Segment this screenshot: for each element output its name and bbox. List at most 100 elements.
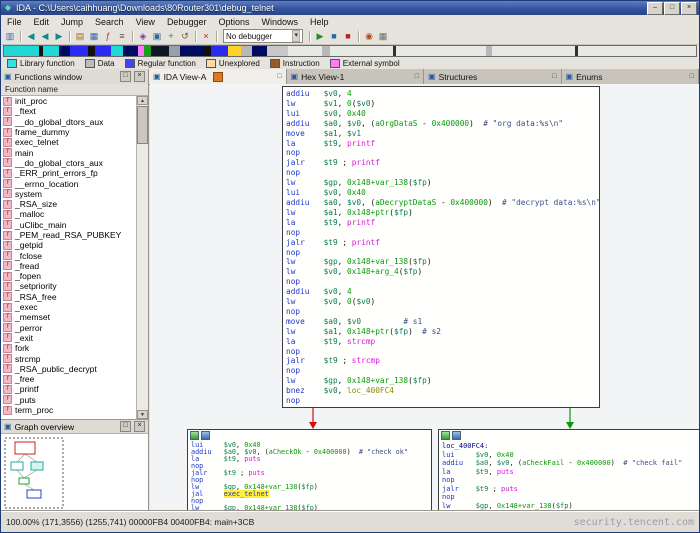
asm-line[interactable]: jal exec_telnet xyxy=(191,491,431,498)
panel-close-icon[interactable]: × xyxy=(134,421,145,432)
asm-line[interactable]: nop xyxy=(286,168,599,178)
node-color-icon[interactable] xyxy=(201,431,210,440)
graph-node-right[interactable]: loc_400FC4:lui $v0, 0x40addiu $a0, $v0, … xyxy=(438,429,699,512)
functions-window-titlebar[interactable]: ▣ Functions window □ × xyxy=(1,69,149,84)
chevron-down-icon[interactable]: ▾ xyxy=(292,30,300,42)
graph-overview-map[interactable] xyxy=(1,433,148,514)
asm-line[interactable]: nop xyxy=(286,228,599,238)
function-item[interactable]: f_RSA_public_decrypt xyxy=(1,364,137,374)
asm-line[interactable]: bnez $v0, loc_400FC4 xyxy=(286,386,599,396)
graph-overview-titlebar[interactable]: ▣ Graph overview □ × xyxy=(1,420,148,433)
asm-line[interactable]: la $t9, puts xyxy=(191,456,431,463)
panel-maximize-icon[interactable]: □ xyxy=(120,421,131,432)
asm-line[interactable]: lw $gp, 0x148+var_138($fp) xyxy=(286,257,599,267)
panel-maximize-icon[interactable]: □ xyxy=(120,71,131,82)
function-item[interactable]: f_printf xyxy=(1,384,137,394)
function-item[interactable]: f_RSA_size xyxy=(1,199,137,209)
xrefs-icon[interactable]: ◈ xyxy=(136,30,150,43)
menu-item-jump[interactable]: Jump xyxy=(55,17,89,27)
asm-line[interactable]: nop xyxy=(442,493,699,502)
close-button[interactable]: × xyxy=(681,2,697,15)
node-group-icon[interactable] xyxy=(190,431,199,440)
title-bar[interactable]: ◆ IDA - C:\Users\caihhuang\Downloads\80R… xyxy=(1,1,699,15)
function-item[interactable]: f_uClibc_main xyxy=(1,220,137,230)
pause-process-icon[interactable]: ■ xyxy=(327,30,341,43)
function-item[interactable]: fstrcmp xyxy=(1,353,137,363)
asm-line[interactable]: loc_400FC4: xyxy=(442,442,699,451)
function-item[interactable]: f_ftext xyxy=(1,106,137,116)
function-item[interactable]: fsystem xyxy=(1,189,137,199)
node-group-icon[interactable] xyxy=(441,431,450,440)
functions-window-icon[interactable]: ƒ xyxy=(101,30,115,43)
minimize-button[interactable]: – xyxy=(647,2,663,15)
asm-line[interactable]: move $a1, $v1 xyxy=(286,129,599,139)
asm-line[interactable]: addiu $a0, $v0, (aOrgDataS - 0x400000) #… xyxy=(286,119,599,129)
function-list-scrollbar[interactable]: ▲ ▼ xyxy=(136,96,148,419)
function-item[interactable]: ffork xyxy=(1,343,137,353)
scroll-down-icon[interactable]: ▼ xyxy=(137,410,148,419)
function-item[interactable]: finit_proc xyxy=(1,96,137,106)
asm-line[interactable]: jalr $t9 ; strcmp xyxy=(286,356,599,366)
asm-line[interactable]: addiu $a0, $v0, (aCheckFail - 0x400000) … xyxy=(442,459,699,468)
function-item[interactable]: fterm_proc xyxy=(1,405,137,415)
scrollbar-thumb[interactable] xyxy=(137,106,148,144)
asm-line[interactable]: la $t9, strcmp xyxy=(286,337,599,347)
node-color-icon[interactable] xyxy=(452,431,461,440)
asm-line[interactable]: lw $gp, 0x148+var_138($fp) xyxy=(442,502,699,511)
add-icon[interactable]: + xyxy=(164,30,178,43)
panel-close-icon[interactable]: × xyxy=(134,71,145,82)
asm-line[interactable]: lw $v0, 0x148+arg_4($fp) xyxy=(286,267,599,277)
asm-line[interactable]: lw $a1, 0x148+ptr($fp) # s2 xyxy=(286,327,599,337)
asm-line[interactable]: nop xyxy=(286,366,599,376)
maximize-icon[interactable]: □ xyxy=(690,73,694,80)
forward-icon[interactable]: ▶ xyxy=(52,30,66,43)
menu-item-view[interactable]: View xyxy=(130,17,161,27)
asm-line[interactable]: jalr $t9 ; printf xyxy=(286,158,599,168)
function-item[interactable]: f__errno_location xyxy=(1,178,137,188)
menu-item-search[interactable]: Search xyxy=(89,17,130,27)
tab-highlight-icon[interactable] xyxy=(213,72,223,82)
menu-item-help[interactable]: Help xyxy=(304,17,335,27)
asm-line[interactable]: addiu $v0, 4 xyxy=(286,287,599,297)
asm-line[interactable]: addiu $a0, $v0, (aDecryptDataS - 0x40000… xyxy=(286,198,599,208)
asm-line[interactable]: nop xyxy=(286,148,599,158)
navband[interactable] xyxy=(3,45,697,57)
asm-line[interactable]: nop xyxy=(286,307,599,317)
function-item[interactable]: f_RSA_free xyxy=(1,292,137,302)
list-icon[interactable]: ≡ xyxy=(115,30,129,43)
asm-line[interactable]: lui $v0, 0x40 xyxy=(286,109,599,119)
start-process-icon[interactable]: ▶ xyxy=(313,30,327,43)
tab-ida-view-a[interactable]: ▣IDA View-A□ xyxy=(149,69,287,84)
debugger-select[interactable]: No debugger▾ xyxy=(223,29,303,43)
function-item[interactable]: f_setpriority xyxy=(1,281,137,291)
maximize-icon[interactable]: □ xyxy=(415,73,419,80)
function-item[interactable]: fmain xyxy=(1,147,137,157)
function-item[interactable]: f_puts xyxy=(1,395,137,405)
save-icon[interactable]: ▥ xyxy=(3,30,17,43)
asm-line[interactable]: lui $v0, 0x40 xyxy=(442,451,699,460)
menu-item-options[interactable]: Options xyxy=(212,17,255,27)
asm-line[interactable]: lw $a1, 0x148+ptr($fp) xyxy=(286,208,599,218)
asm-line[interactable]: la $t9, printf xyxy=(286,218,599,228)
asm-line[interactable]: lui $v0, 0x40 xyxy=(286,188,599,198)
names-window-icon[interactable]: ▦ xyxy=(87,30,101,43)
function-item[interactable]: f_perror xyxy=(1,323,137,333)
function-item[interactable]: fframe_dummy xyxy=(1,127,137,137)
scroll-up-icon[interactable]: ▲ xyxy=(137,96,148,105)
menu-item-debugger[interactable]: Debugger xyxy=(161,17,213,27)
menu-item-edit[interactable]: Edit xyxy=(28,17,56,27)
function-item[interactable]: f_PEM_read_RSA_PUBKEY xyxy=(1,230,137,240)
function-item[interactable]: f_memset xyxy=(1,312,137,322)
function-item[interactable]: f_exec xyxy=(1,302,137,312)
function-list-header[interactable]: Function name xyxy=(1,84,148,96)
graph-node-main[interactable]: addiu $v0, 4lw $v1, 0($v0)lui $v0, 0x40a… xyxy=(282,86,600,408)
cancel-icon[interactable]: × xyxy=(199,30,213,43)
tab-structures[interactable]: ▣Structures□ xyxy=(424,69,562,84)
function-item[interactable]: f_fopen xyxy=(1,271,137,281)
maximize-icon[interactable]: □ xyxy=(277,73,281,80)
asm-line[interactable]: lw $gp, 0x148+var_138($fp) xyxy=(286,376,599,386)
function-item[interactable]: f_fread xyxy=(1,261,137,271)
back-far-icon[interactable]: ◀ xyxy=(38,30,52,43)
asm-line[interactable]: jalr $t9 ; puts xyxy=(191,470,431,477)
function-item[interactable]: fexec_telnet xyxy=(1,137,137,147)
